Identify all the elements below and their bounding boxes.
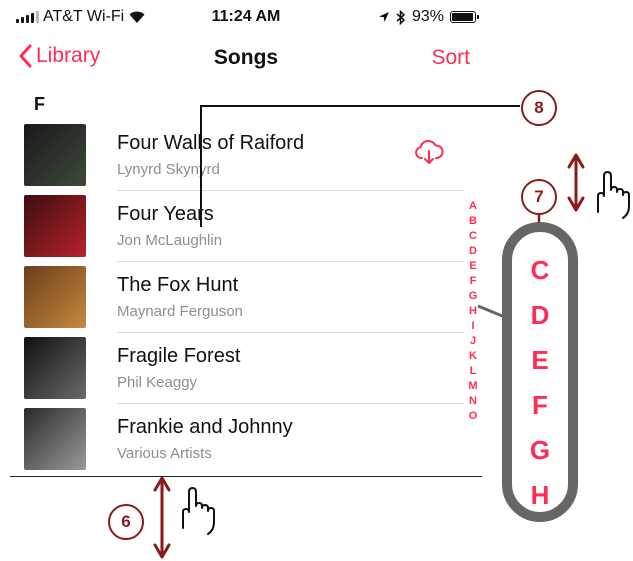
song-title: Four Years bbox=[117, 203, 214, 225]
song-row[interactable]: Four Walls of Raiford Lynyrd Skynyrd bbox=[10, 120, 482, 191]
song-artist: Jon McLaughlin bbox=[117, 232, 223, 249]
album-art bbox=[24, 408, 86, 470]
song-artist: Lynyrd Skynyrd bbox=[117, 161, 220, 178]
song-artist: Phil Keaggy bbox=[117, 374, 198, 391]
index-letter-m[interactable]: M bbox=[468, 379, 477, 394]
cloud-download-icon[interactable] bbox=[414, 138, 444, 166]
song-artist: Maynard Ferguson bbox=[117, 303, 243, 320]
album-art bbox=[24, 337, 86, 399]
zoom-letter-f: F bbox=[532, 390, 548, 420]
song-row[interactable]: Frankie and Johnny Various Artists bbox=[10, 404, 482, 475]
status-bar: AT&T Wi-Fi 11:24 AM 93% bbox=[10, 0, 482, 34]
navigation-bar: Library Songs Sort bbox=[10, 38, 482, 80]
location-arrow-icon bbox=[378, 12, 389, 22]
song-artist: Various Artists bbox=[117, 445, 212, 462]
song-title: The Fox Hunt bbox=[117, 274, 239, 296]
index-letter-k[interactable]: K bbox=[469, 349, 477, 364]
index-letter-l[interactable]: L bbox=[470, 364, 477, 379]
index-letter-b[interactable]: B bbox=[469, 214, 477, 229]
swipe-vertical-hand-icon bbox=[597, 171, 630, 219]
album-art bbox=[24, 266, 86, 328]
battery-percent: 93% bbox=[411, 8, 444, 25]
section-header: F bbox=[34, 94, 45, 114]
swipe-vertical-hand-icon bbox=[182, 487, 215, 535]
index-letter-d[interactable]: D bbox=[469, 244, 477, 259]
zoom-letter-h: H bbox=[530, 480, 550, 510]
status-right: 93% bbox=[378, 8, 479, 26]
phone-screen: AT&T Wi-Fi 11:24 AM 93% Library Songs So… bbox=[10, 0, 482, 477]
song-row[interactable]: The Fox Hunt Maynard Ferguson bbox=[10, 262, 482, 333]
index-letter-f[interactable]: F bbox=[470, 274, 477, 289]
index-letter-i[interactable]: I bbox=[471, 319, 474, 334]
index-magnifier: CDEFGH bbox=[502, 222, 578, 522]
magnified-index-letters: CDEFGH bbox=[512, 248, 568, 518]
index-letter-n[interactable]: N bbox=[469, 394, 477, 409]
callout-6: 6 bbox=[108, 504, 144, 540]
album-art bbox=[24, 124, 86, 186]
song-title: Fragile Forest bbox=[117, 345, 241, 367]
page-title: Songs bbox=[213, 46, 279, 69]
index-letter-e[interactable]: E bbox=[469, 259, 476, 274]
callout-7: 7 bbox=[521, 179, 557, 215]
bluetooth-icon bbox=[396, 9, 406, 25]
song-title: Four Walls of Raiford bbox=[117, 132, 305, 154]
index-letter-c[interactable]: C bbox=[469, 229, 477, 244]
section-index[interactable]: ABCDEFGHIJKLMNO bbox=[466, 199, 480, 424]
index-letter-a[interactable]: A bbox=[469, 199, 477, 214]
battery-icon bbox=[450, 11, 479, 23]
zoom-letter-g: G bbox=[529, 435, 551, 465]
index-letter-o[interactable]: O bbox=[469, 409, 478, 424]
album-art bbox=[24, 195, 86, 257]
index-letter-j[interactable]: J bbox=[470, 334, 476, 349]
song-list: Four Walls of Raiford Lynyrd Skynyrd Fou… bbox=[10, 120, 482, 475]
index-letter-h[interactable]: H bbox=[469, 304, 477, 319]
zoom-letter-d: D bbox=[530, 300, 550, 330]
song-title: Frankie and Johnny bbox=[117, 416, 293, 438]
zoom-letter-c: C bbox=[530, 255, 550, 285]
zoom-letter-e: E bbox=[531, 345, 549, 375]
song-row[interactable]: Four Years Jon McLaughlin bbox=[10, 191, 482, 262]
sort-button[interactable]: Sort bbox=[431, 46, 470, 70]
callout-8: 8 bbox=[521, 90, 557, 126]
index-letter-g[interactable]: G bbox=[469, 289, 478, 304]
song-row[interactable]: Fragile Forest Phil Keaggy bbox=[10, 333, 482, 404]
